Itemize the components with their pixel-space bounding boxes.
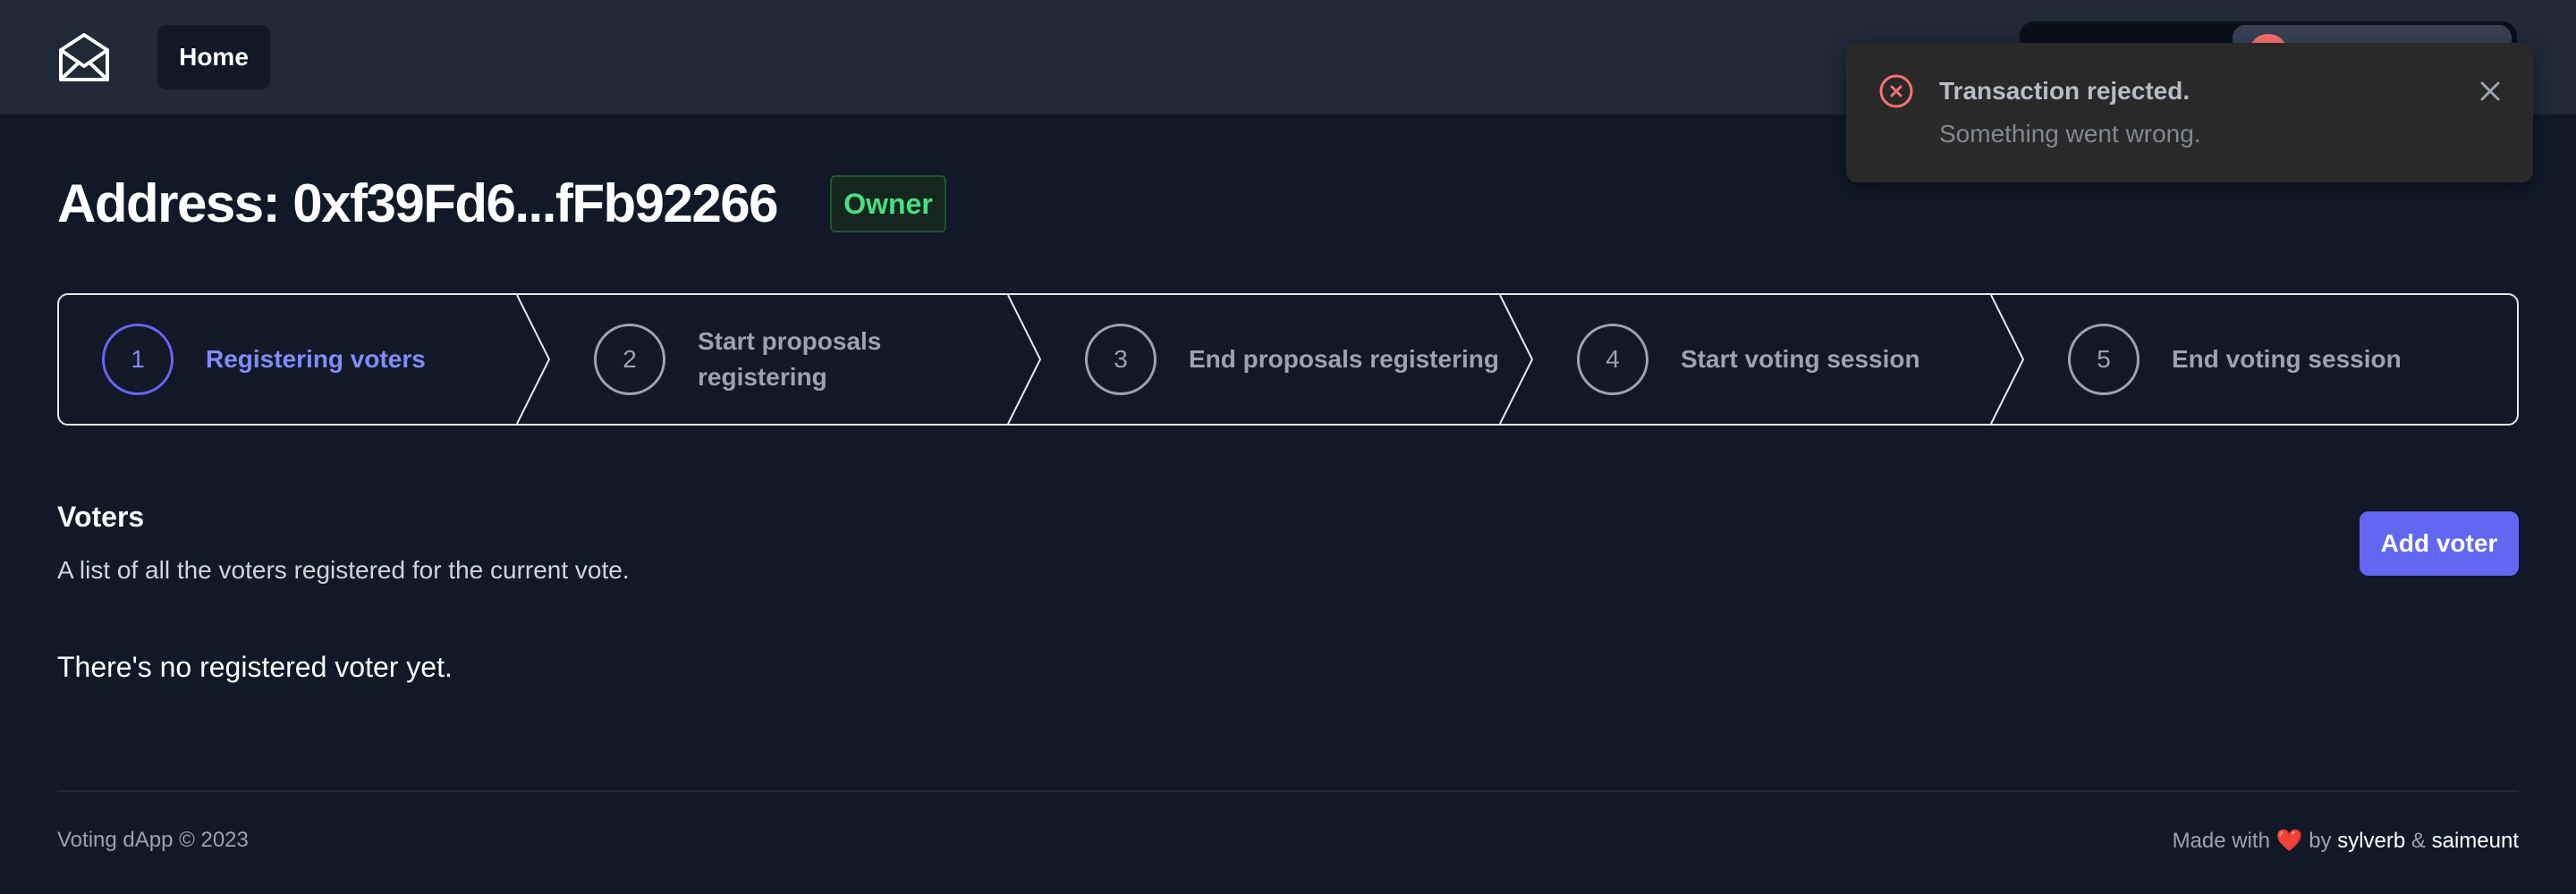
- footer-copyright: Voting dApp © 2023: [57, 828, 249, 852]
- toast-title: Transaction rejected.: [1939, 77, 2190, 105]
- step-label: Registering voters: [206, 345, 426, 373]
- step-start-proposals-registering[interactable]: 2 Start proposals registering: [594, 295, 930, 424]
- made-with-text: Made with: [2172, 829, 2270, 853]
- step-number: 3: [1085, 324, 1157, 395]
- step-registering-voters[interactable]: 1 Registering voters: [102, 295, 426, 424]
- empty-voters-message: There's no registered voter yet.: [57, 651, 453, 683]
- step-label: End proposals registering: [1189, 345, 1499, 373]
- owner-badge: Owner: [830, 175, 946, 232]
- footer-credits: Made with ❤️ by sylverb & saimeunt: [2173, 828, 2519, 854]
- close-icon[interactable]: [2472, 73, 2508, 109]
- home-nav-button[interactable]: Home: [157, 25, 270, 89]
- step-end-proposals-registering[interactable]: 3 End proposals registering: [1085, 295, 1499, 424]
- error-toast: Transaction rejected. Something went wro…: [1846, 43, 2533, 182]
- heart-icon: ❤️: [2275, 829, 2303, 853]
- by-text: by: [2309, 829, 2332, 853]
- step-label: End voting session: [2172, 345, 2402, 373]
- step-end-voting-session[interactable]: 5 End voting session: [2068, 295, 2402, 424]
- ampersand-text: &: [2411, 829, 2426, 853]
- add-voter-button[interactable]: Add voter: [2360, 511, 2519, 576]
- step-label: Start proposals registering: [698, 327, 882, 391]
- x-circle-icon: [1879, 74, 1913, 108]
- author-link-sylverb[interactable]: sylverb: [2337, 829, 2405, 853]
- toast-message: Something went wrong.: [1939, 120, 2201, 148]
- envelope-open-icon[interactable]: [57, 30, 111, 84]
- author-link-saimeunt[interactable]: saimeunt: [2432, 829, 2519, 853]
- step-number: 1: [102, 324, 174, 395]
- step-number: 5: [2068, 324, 2140, 395]
- voters-description: A list of all the voters registered for …: [57, 556, 630, 584]
- page-title: Address: 0xf39Fd6...fFb92266: [57, 173, 779, 233]
- footer-divider: [57, 790, 2519, 792]
- step-start-voting-session[interactable]: 4 Start voting session: [1577, 295, 1920, 424]
- step-number: 4: [1577, 324, 1648, 395]
- step-number: 2: [594, 324, 665, 395]
- step-label: Start voting session: [1681, 345, 1920, 373]
- voters-heading: Voters: [57, 501, 145, 533]
- workflow-stepper: 1 Registering voters 2 Start proposals r…: [57, 293, 2519, 426]
